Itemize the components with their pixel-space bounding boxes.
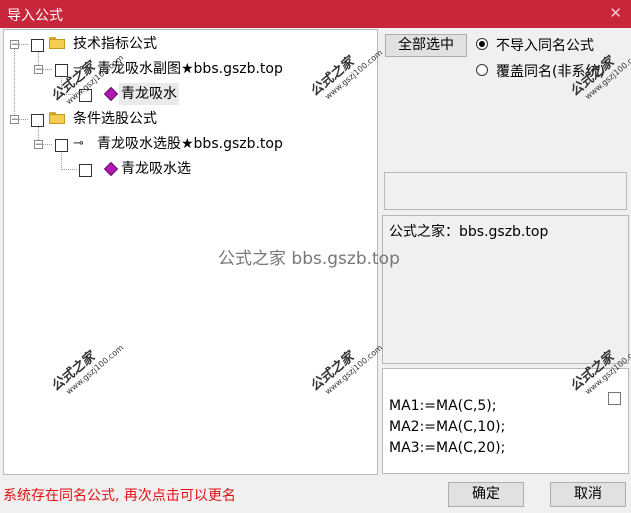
tree-node-qinglong-subchart[interactable]: − ⊸ 青龙吸水副图★bbs.gszb.top	[4, 58, 374, 80]
formula-tree[interactable]: − 技术指标公式 − ⊸ 青龙吸水副图★bbs.gszb.top 青龙吸水 − …	[3, 29, 378, 475]
tree-checkbox[interactable]	[31, 39, 44, 52]
formula-line: MA1:=MA(C,5);	[389, 398, 497, 414]
tree-checkbox[interactable]	[55, 64, 68, 77]
tree-node-label: 青龙吸水副图★bbs.gszb.top	[97, 61, 283, 77]
select-all-button[interactable]: 全部选中	[385, 34, 467, 57]
radio-overwrite-label[interactable]: 覆盖同名(非系统)	[496, 61, 605, 81]
ok-button[interactable]: 确定	[448, 482, 524, 507]
formula-line: MA3:=MA(C,20);	[389, 440, 506, 456]
tree-node-qinglong-selection[interactable]: − ⊸ 青龙吸水选股★bbs.gszb.top	[4, 133, 374, 155]
collapse-icon[interactable]: −	[10, 40, 19, 50]
tree-node-qinglong-select-formula[interactable]: 青龙吸水选	[4, 158, 374, 180]
radio-no-import[interactable]	[476, 38, 488, 50]
info-panel: 公式之家：bbs.gszb.top	[382, 215, 629, 364]
close-icon[interactable]: ✕	[609, 4, 622, 22]
folder-icon	[49, 37, 65, 49]
source-checkbox[interactable]	[608, 392, 621, 405]
formula-source: MA1:=MA(C,5); MA2:=MA(C,10); MA3:=MA(C,20)…	[389, 396, 505, 459]
collapse-icon[interactable]: −	[10, 115, 19, 125]
formula-gem-icon	[105, 88, 115, 100]
tree-node-label: 青龙吸水	[119, 83, 179, 105]
info-text: 公式之家：bbs.gszb.top	[389, 224, 549, 240]
tree-checkbox[interactable]	[79, 164, 92, 177]
collapse-icon[interactable]: −	[34, 140, 43, 150]
key-icon: ⊸	[73, 136, 84, 151]
tree-node-qinglong-formula[interactable]: 青龙吸水	[4, 83, 374, 105]
formula-line: MA2:=MA(C,10);	[389, 419, 506, 435]
radio-overwrite[interactable]	[476, 64, 488, 76]
cancel-button[interactable]: 取消	[550, 482, 626, 507]
title-bar: 导入公式 ✕	[0, 0, 631, 28]
window-title: 导入公式	[7, 8, 63, 24]
tree-checkbox[interactable]	[79, 89, 92, 102]
tree-node-label: 条件选股公式	[73, 111, 157, 127]
tree-node-label: 青龙吸水选	[121, 161, 191, 177]
tree-node-tech-indicators[interactable]: − 技术指标公式	[4, 33, 374, 55]
radio-no-import-label[interactable]: 不导入同名公式	[496, 35, 594, 55]
description-box	[384, 172, 627, 210]
key-icon: ⊸	[73, 61, 84, 76]
formula-source-panel[interactable]: MA1:=MA(C,5); MA2:=MA(C,10); MA3:=MA(C,20)…	[382, 368, 629, 474]
formula-gem-icon	[105, 163, 115, 175]
collapse-icon[interactable]: −	[34, 65, 43, 75]
tree-node-label: 青龙吸水选股★bbs.gszb.top	[97, 136, 283, 152]
tree-node-stock-selection[interactable]: − 条件选股公式	[4, 108, 374, 130]
folder-icon	[49, 112, 65, 124]
tree-checkbox[interactable]	[31, 114, 44, 127]
status-message: 系统存在同名公式, 再次点击可以更名	[3, 488, 236, 504]
tree-node-label: 技术指标公式	[73, 36, 157, 52]
tree-checkbox[interactable]	[55, 139, 68, 152]
